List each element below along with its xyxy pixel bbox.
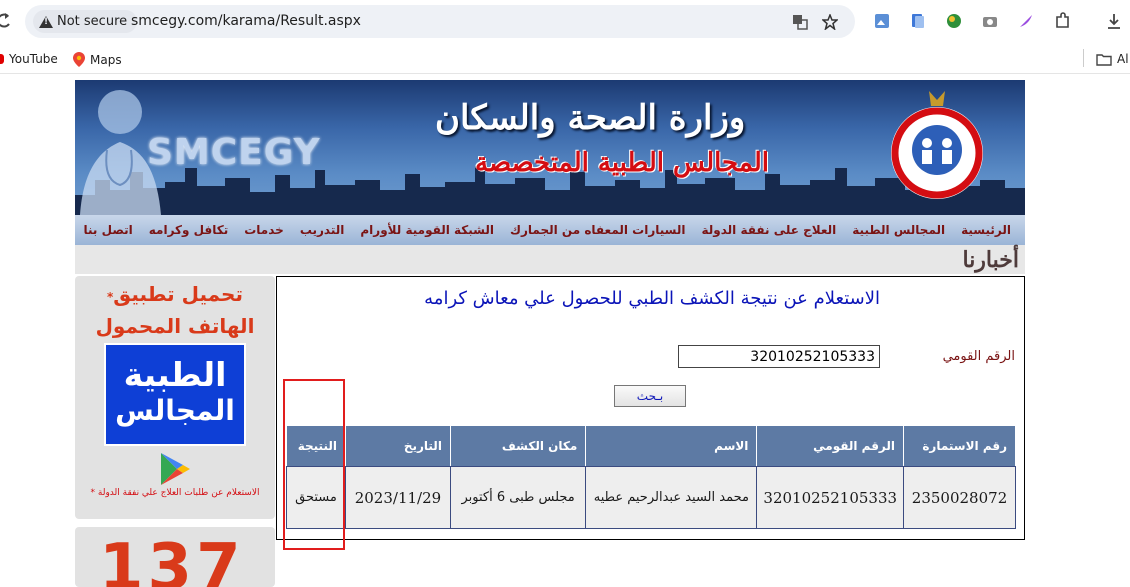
nav-state-treatment[interactable]: العلاج على نفقة الدولة bbox=[701, 223, 836, 237]
bookmark-label: Al bbox=[1117, 52, 1129, 66]
address-bar[interactable]: Not secure smcegy.com/karama/Result.aspx bbox=[25, 5, 855, 38]
url-text[interactable]: smcegy.com/karama/Result.aspx bbox=[131, 13, 361, 29]
bookmark-star-icon[interactable] bbox=[822, 14, 838, 30]
bookmark-label: YouTube bbox=[9, 52, 58, 66]
site-banner: SMCEGY وزارة الصحة والسكان المجالس الطبي… bbox=[75, 80, 1025, 215]
app-promo-title: تحميل تطبيق* bbox=[107, 282, 243, 306]
news-bar: أخبارنا bbox=[75, 245, 1025, 274]
extensions-puzzle-icon[interactable] bbox=[1053, 12, 1071, 30]
bookmark-folder-all[interactable]: Al bbox=[1096, 52, 1129, 66]
extension-globe-icon[interactable] bbox=[945, 12, 963, 30]
ministry-title: وزارة الصحة والسكان bbox=[435, 98, 746, 138]
cell-exam-location: مجلس طبى 6 أكتوبر bbox=[449, 466, 587, 529]
cell-result: مستحق bbox=[286, 466, 346, 529]
query-panel: الاستعلام عن نتيجة الكشف الطبي للحصول عل… bbox=[276, 276, 1025, 540]
nav-contact[interactable]: اتصل بنا bbox=[84, 223, 133, 237]
security-chip[interactable]: Not secure bbox=[33, 10, 138, 33]
main-nav: الرئيسية المجالس الطبية العلاج على نفقة … bbox=[75, 215, 1025, 245]
browser-toolbar: Not secure smcegy.com/karama/Result.aspx bbox=[0, 0, 1130, 44]
national-id-label: الرقم القومي bbox=[942, 349, 1015, 364]
results-table: رقم الاستمارة الرقم القومي الاسم مكان ال… bbox=[286, 425, 1016, 529]
news-title: أخبارنا bbox=[962, 247, 1019, 273]
table-header-row: رقم الاستمارة الرقم القومي الاسم مكان ال… bbox=[286, 425, 1016, 467]
app-promo-subtitle: الهاتف المحمول bbox=[95, 314, 255, 338]
nav-takaful-karama[interactable]: تكافل وكرامه bbox=[149, 223, 228, 237]
reload-icon[interactable] bbox=[0, 12, 12, 30]
header-form-number: رقم الاستمارة bbox=[903, 425, 1016, 467]
google-play-icon[interactable] bbox=[157, 451, 193, 487]
warning-icon bbox=[39, 15, 53, 28]
extension-camera-icon[interactable] bbox=[981, 12, 999, 30]
council-title: المجالس الطبية المتخصصة bbox=[475, 148, 769, 178]
extension-copy-icon[interactable] bbox=[909, 12, 927, 30]
security-label: Not secure bbox=[57, 14, 128, 29]
table-row: 2350028072 32010252105333 محمد السيد عبد… bbox=[286, 466, 1016, 529]
app-logo[interactable]: الطبية المجالس bbox=[104, 343, 246, 446]
bookmark-maps[interactable]: Maps bbox=[73, 52, 122, 67]
bookmark-divider bbox=[1083, 49, 1084, 67]
translate-icon[interactable] bbox=[792, 14, 808, 30]
cell-form-number: 2350028072 bbox=[903, 466, 1016, 529]
extension-image-icon[interactable] bbox=[873, 12, 891, 30]
header-exam-location: مكان الكشف bbox=[449, 425, 587, 467]
cell-name: محمد السيد عبدالرحيم عطيه bbox=[585, 466, 758, 529]
smcegy-logo: SMCEGY bbox=[147, 132, 321, 173]
bookmarks-bar: YouTube Maps Al bbox=[0, 44, 1130, 74]
counter-panel: 137 bbox=[75, 527, 275, 587]
ministry-emblem bbox=[891, 91, 983, 199]
nav-services[interactable]: خدمات bbox=[244, 223, 284, 237]
header-national-id: الرقم القومي bbox=[756, 425, 905, 467]
maps-pin-icon bbox=[73, 52, 85, 67]
header-result: النتيجة bbox=[286, 425, 346, 467]
header-date: التاريخ bbox=[344, 425, 451, 467]
nav-customs-exempt-cars[interactable]: السيارات المعفاه من الجمارك bbox=[510, 223, 685, 237]
cell-national-id: 32010252105333 bbox=[756, 466, 905, 529]
nav-medical-councils[interactable]: المجالس الطبية bbox=[852, 223, 945, 237]
extension-feather-icon[interactable] bbox=[1017, 12, 1035, 30]
mobile-app-promo[interactable]: تحميل تطبيق* الهاتف المحمول الطبية المجا… bbox=[75, 276, 275, 519]
nav-training[interactable]: التدريب bbox=[300, 223, 345, 237]
nav-home[interactable]: الرئيسية bbox=[961, 223, 1011, 237]
download-icon[interactable] bbox=[1105, 12, 1123, 30]
national-id-input[interactable] bbox=[678, 345, 880, 368]
cell-date: 2023/11/29 bbox=[344, 466, 451, 529]
youtube-icon bbox=[0, 54, 4, 64]
state-treatment-note[interactable]: الاستعلام عن طلبات العلاج علي نفقة الدول… bbox=[75, 488, 275, 498]
folder-icon bbox=[1096, 53, 1112, 66]
nav-oncology-network[interactable]: الشبكة القومية للأورام bbox=[360, 223, 494, 237]
search-button[interactable]: بـحث bbox=[614, 385, 686, 407]
query-title: الاستعلام عن نتيجة الكشف الطبي للحصول عل… bbox=[424, 288, 880, 309]
bookmark-youtube[interactable]: YouTube bbox=[0, 52, 58, 66]
header-name: الاسم bbox=[585, 425, 758, 467]
bookmark-label: Maps bbox=[90, 52, 122, 67]
